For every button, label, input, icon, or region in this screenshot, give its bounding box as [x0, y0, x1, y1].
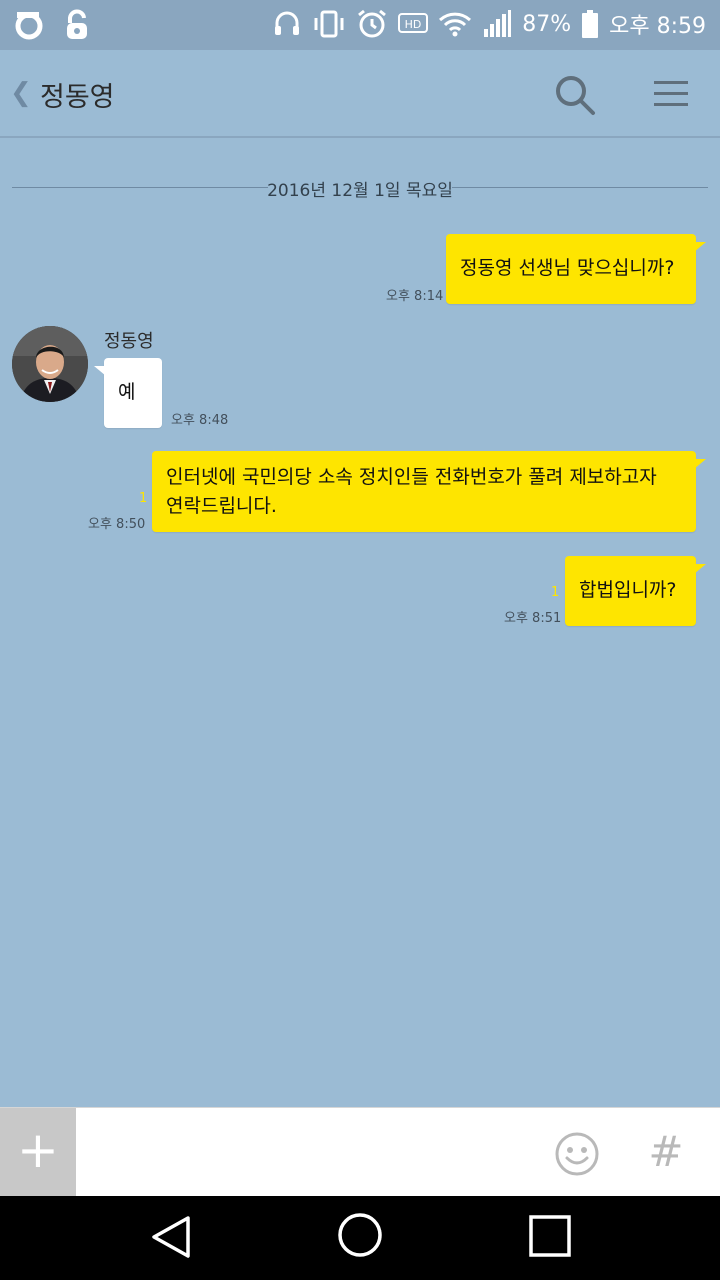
message-time: 오후 8:14 — [386, 289, 444, 304]
bubble-tail — [694, 564, 706, 574]
message-time: 오후 8:50 — [88, 517, 146, 532]
status-time: 오후 8:59 — [609, 14, 706, 39]
plus-icon: + — [17, 1121, 59, 1179]
message-time: 오후 8:48 — [171, 413, 229, 428]
wifi-icon — [439, 12, 472, 37]
chat-header: ❮ 정동영 — [0, 50, 720, 138]
o-app-icon — [15, 12, 43, 40]
message-text: 합법입니까? — [579, 579, 677, 601]
their-message-bubble[interactable]: 예 — [94, 358, 162, 428]
headset-icon — [275, 11, 300, 35]
message-text: 정동영 선생님 맞으십니까? — [460, 257, 675, 279]
hashtag-button[interactable]: # — [638, 1124, 694, 1180]
status-left-icons — [14, 9, 92, 41]
message-text-line: 연락드립니다. — [166, 495, 277, 517]
plus-button[interactable]: + — [0, 1108, 76, 1197]
vibrate-icon — [314, 10, 344, 38]
unread-count: 1 — [551, 585, 560, 600]
divider-line-right — [452, 187, 708, 188]
sender-name: 정동영 — [104, 331, 154, 352]
battery-percent: 87% — [522, 11, 572, 37]
back-button[interactable]: ❮ — [10, 78, 32, 108]
message-text-line: 인터넷에 국민의당 소속 정치인들 전화번호가 풀려 제보하고자 — [166, 466, 657, 488]
date-label: 2016년 12월 1일 목요일 — [267, 181, 453, 201]
status-bar: HD 87% 오후 8:59 — [0, 0, 720, 50]
unread-count: 1 — [139, 491, 148, 506]
nav-recent-apps-icon[interactable] — [528, 1214, 572, 1258]
profile-photo-icon — [12, 326, 88, 402]
nav-home-icon[interactable] — [337, 1212, 383, 1258]
date-divider: 2016년 12월 1일 목요일 — [12, 176, 708, 201]
bubble-tail — [694, 242, 706, 252]
alarm-icon — [358, 9, 387, 38]
bubble-tail — [694, 459, 706, 469]
message-input[interactable] — [76, 1108, 536, 1197]
search-icon[interactable] — [554, 74, 596, 116]
hd-icon: HD — [398, 13, 429, 33]
emoticon-icon[interactable] — [553, 1130, 601, 1178]
menu-icon[interactable] — [652, 78, 690, 110]
message-time: 오후 8:51 — [504, 611, 562, 626]
my-message-bubble[interactable]: 합법입니까? — [565, 556, 706, 626]
nav-back-icon[interactable] — [148, 1214, 194, 1260]
navigation-bar — [0, 1196, 720, 1280]
battery-icon — [582, 10, 599, 38]
message-text: 예 — [118, 381, 136, 403]
bubble-tail — [94, 366, 106, 376]
my-message-bubble[interactable]: 인터넷에 국민의당 소속 정치인들 전화번호가 풀려 제보하고자 연락드립니다. — [152, 451, 706, 532]
my-message-bubble[interactable]: 정동영 선생님 맞으십니까? — [446, 234, 706, 304]
chat-title: 정동영 — [40, 82, 115, 113]
status-right-icons: HD 87% 오후 8:59 — [272, 8, 706, 40]
svg-text:HD: HD — [405, 18, 422, 31]
signal-icon — [484, 10, 512, 37]
message-input-bar: + # — [0, 1107, 720, 1197]
avatar[interactable] — [12, 326, 88, 402]
lock-app-icon — [67, 9, 87, 39]
